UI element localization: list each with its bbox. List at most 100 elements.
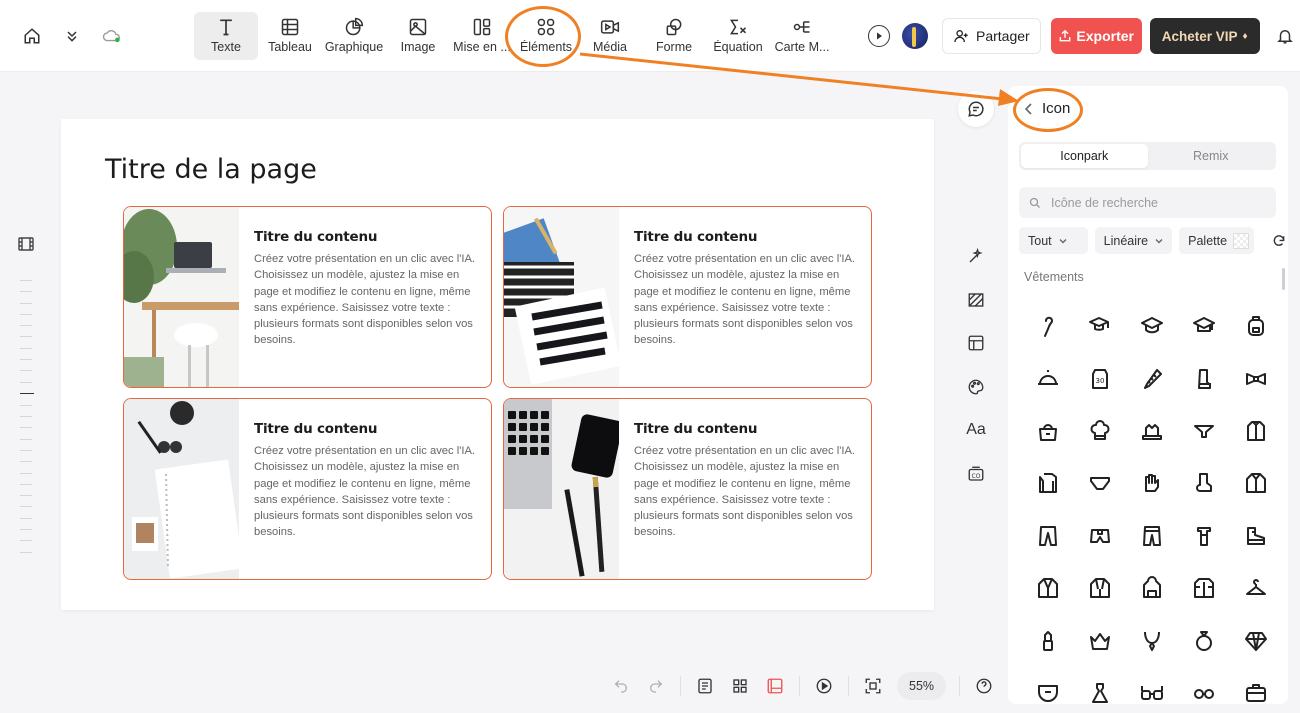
film-strip-icon[interactable]: [18, 237, 34, 256]
page-title[interactable]: Titre de la page: [105, 154, 317, 185]
tool-media[interactable]: Média: [578, 12, 642, 60]
crown-icon[interactable]: [1074, 614, 1126, 666]
slide-canvas[interactable]: Titre de la page Titre du contenu Créez …: [61, 119, 934, 610]
content-card[interactable]: Titre du contenu Créez votre présentatio…: [123, 398, 492, 580]
present-play-icon[interactable]: [868, 25, 890, 47]
dress-icon[interactable]: [1074, 667, 1126, 713]
comment-icon[interactable]: [958, 91, 994, 127]
chef-hat-icon[interactable]: [1074, 405, 1126, 457]
template-layout-icon[interactable]: [964, 331, 988, 355]
home-icon[interactable]: [20, 24, 44, 48]
tool-mindmap[interactable]: Carte M...: [770, 12, 834, 60]
co-brand-icon[interactable]: CO: [964, 462, 988, 486]
chevron-left-icon[interactable]: [1024, 102, 1034, 115]
sketchbook-photo: [124, 399, 244, 579]
content-card[interactable]: Titre du contenu Créez votre présentatio…: [123, 206, 492, 388]
tool-label: Tableau: [268, 40, 312, 54]
graduation-cap-icon[interactable]: [1126, 300, 1178, 352]
suit-icon[interactable]: [1022, 562, 1074, 614]
background-pattern-icon[interactable]: [964, 288, 988, 312]
redo-icon[interactable]: [645, 675, 667, 697]
media-icon: [600, 20, 620, 34]
panel-header[interactable]: Icon: [1024, 100, 1070, 117]
tab-iconpark[interactable]: Iconpark: [1021, 144, 1148, 168]
briefs-icon[interactable]: [1074, 457, 1126, 509]
sock-icon[interactable]: [1178, 457, 1230, 509]
grid-view-icon[interactable]: [729, 675, 751, 697]
color-palette-icon[interactable]: [964, 375, 988, 399]
glove-icon[interactable]: [1126, 457, 1178, 509]
glasses-icon[interactable]: [1126, 667, 1178, 713]
tool-text[interactable]: Texte: [194, 12, 258, 60]
diamond-icon[interactable]: [1230, 614, 1282, 666]
tool-image[interactable]: Image: [386, 12, 450, 60]
tool-table[interactable]: Tableau: [258, 12, 322, 60]
avatar[interactable]: [902, 23, 928, 49]
necklace-icon[interactable]: [1126, 614, 1178, 666]
share-button[interactable]: Partager: [942, 18, 1041, 54]
tool-label: Mise en ...: [453, 40, 511, 54]
filter-style-dropdown[interactable]: Linéaire: [1094, 227, 1173, 254]
slide-view-icon[interactable]: [764, 675, 786, 697]
underwear-icon[interactable]: [1178, 405, 1230, 457]
jeans-icon[interactable]: [1126, 510, 1178, 562]
slide-ruler: [20, 280, 34, 563]
cap-icon[interactable]: [1022, 352, 1074, 404]
search-input[interactable]: [1051, 195, 1251, 210]
content-card[interactable]: Titre du contenu Créez votre présentatio…: [503, 206, 872, 388]
tool-shape[interactable]: Forme: [642, 12, 706, 60]
undo-icon[interactable]: [610, 675, 632, 697]
zoom-level[interactable]: 55%: [897, 672, 947, 700]
hoodie-icon[interactable]: [1126, 562, 1178, 614]
card-body: Créez votre présentation en un clic avec…: [254, 253, 476, 347]
tie-stripe-icon[interactable]: [1126, 352, 1178, 404]
tshirt-icon[interactable]: [1178, 510, 1230, 562]
graduation-cap-flag-icon[interactable]: [1074, 300, 1126, 352]
briefcase-icon[interactable]: [1230, 667, 1282, 713]
notes-icon[interactable]: [694, 675, 716, 697]
trousers-icon[interactable]: [1022, 510, 1074, 562]
magic-wand-icon[interactable]: [964, 244, 988, 268]
cardigan-icon[interactable]: [1178, 562, 1230, 614]
bow-tie-icon[interactable]: [1230, 352, 1282, 404]
shoe-icon[interactable]: [1230, 510, 1282, 562]
diaper-icon[interactable]: [1022, 667, 1074, 713]
blazer-icon[interactable]: [1074, 562, 1126, 614]
filter-category-dropdown[interactable]: Tout: [1019, 227, 1088, 254]
content-card[interactable]: Titre du contenu Créez votre présentatio…: [503, 398, 872, 580]
jersey-30-icon[interactable]: 30: [1074, 352, 1126, 404]
lipstick-icon[interactable]: [1022, 614, 1074, 666]
tool-layout[interactable]: Mise en ...: [450, 12, 514, 60]
tab-remix[interactable]: Remix: [1148, 144, 1275, 168]
palette-dropdown[interactable]: Palette: [1179, 227, 1255, 254]
tool-chart[interactable]: Graphique: [322, 12, 386, 60]
handbag-icon[interactable]: [1022, 405, 1074, 457]
notification-bell-icon[interactable]: [1274, 25, 1296, 47]
shorts-icon[interactable]: [1074, 510, 1126, 562]
sweater-icon[interactable]: [1022, 457, 1074, 509]
play-icon[interactable]: [813, 675, 835, 697]
sunglasses-icon[interactable]: [1178, 667, 1230, 713]
mortarboard-icon[interactable]: [1178, 300, 1230, 352]
panel-scrollbar[interactable]: [1282, 268, 1285, 290]
jacket-icon[interactable]: [1230, 405, 1282, 457]
tool-elements[interactable]: Éléments: [514, 12, 578, 60]
hanger-icon[interactable]: [1230, 562, 1282, 614]
help-icon[interactable]: [973, 675, 995, 697]
fit-screen-icon[interactable]: [862, 675, 884, 697]
backpack-icon[interactable]: [1230, 300, 1282, 352]
hook-icon[interactable]: [1022, 300, 1074, 352]
boot-icon[interactable]: [1178, 352, 1230, 404]
ring-icon[interactable]: [1178, 614, 1230, 666]
refresh-icon[interactable]: [1270, 232, 1288, 250]
buy-vip-button[interactable]: Acheter VIP ♦: [1149, 18, 1260, 54]
chevron-double-down-icon[interactable]: [60, 24, 84, 48]
coat-icon[interactable]: [1230, 457, 1282, 509]
bottom-toolbar: 55%: [610, 672, 1008, 700]
hat-icon[interactable]: [1126, 405, 1178, 457]
font-style-button[interactable]: Aa: [964, 418, 988, 442]
export-button[interactable]: Exporter: [1050, 18, 1142, 54]
vip-label: Acheter VIP: [1161, 28, 1238, 44]
tool-equation[interactable]: Équation: [706, 12, 770, 60]
icon-search[interactable]: [1019, 187, 1276, 218]
